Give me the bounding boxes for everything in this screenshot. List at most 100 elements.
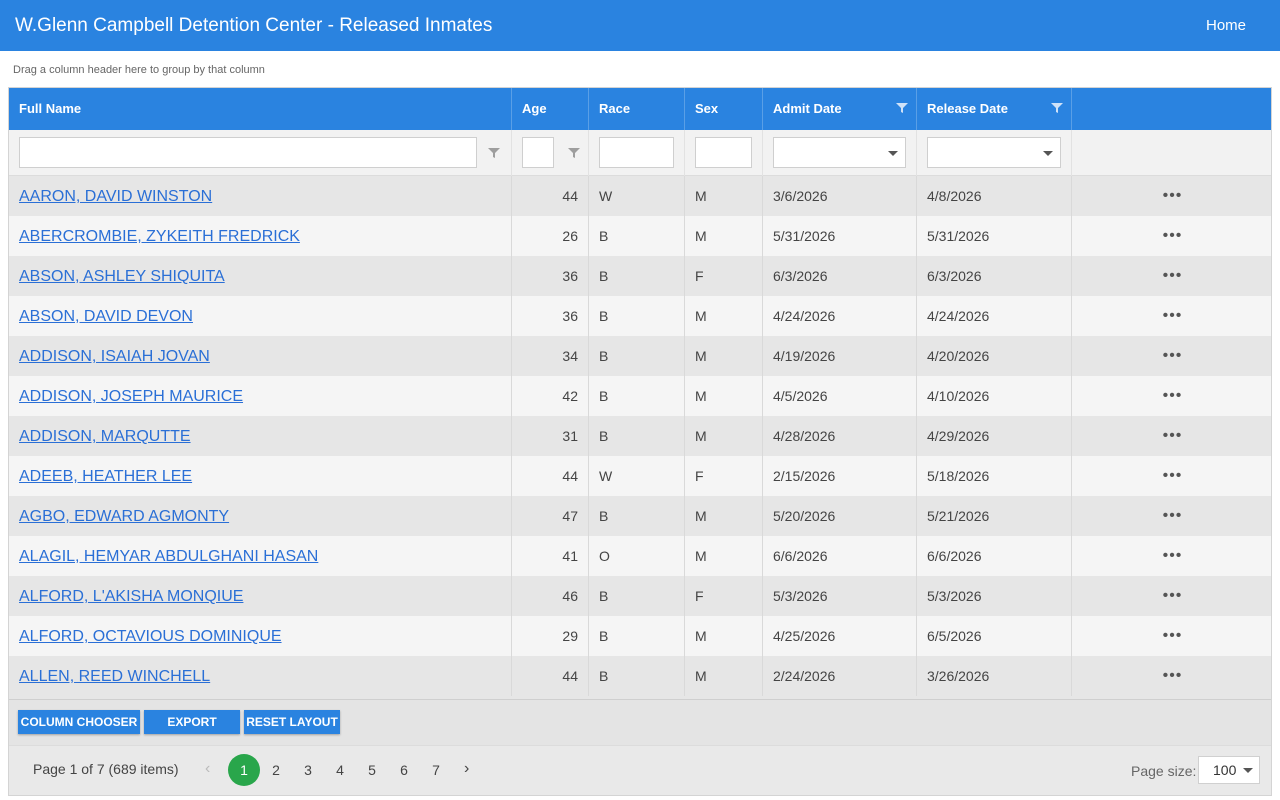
full-name-filter-input[interactable] — [19, 137, 477, 168]
page-title: W.Glenn Campbell Detention Center - Rele… — [15, 15, 493, 36]
column-header-release-date[interactable]: Release Date — [917, 88, 1072, 130]
page-number-button[interactable]: 1 — [228, 754, 260, 786]
table-row: ALAGIL, HEMYAR ABDULGHANI HASAN 41 O M 6/6/2… — [9, 536, 1271, 576]
cell-sex: M — [685, 336, 763, 376]
row-actions-more-icon[interactable]: ••• — [1072, 536, 1271, 576]
cell-admit: 5/31/2026 — [763, 216, 917, 256]
filter-cell-admit-date — [763, 130, 917, 176]
inmate-name-link[interactable]: ALFORD, OCTAVIOUS DOMINIQUE — [19, 628, 282, 645]
column-header-label: Sex — [695, 101, 719, 116]
inmate-name-link[interactable]: ADDISON, JOSEPH MAURICE — [19, 388, 243, 405]
row-actions-more-icon[interactable]: ••• — [1072, 656, 1271, 696]
page-number-button[interactable]: 3 — [292, 754, 324, 786]
filter-icon[interactable] — [488, 147, 500, 159]
cell-admit: 4/24/2026 — [763, 296, 917, 336]
row-actions-more-icon[interactable]: ••• — [1072, 256, 1271, 296]
row-actions-more-icon[interactable]: ••• — [1072, 176, 1271, 216]
filter-icon[interactable] — [896, 102, 908, 114]
inmate-name-link[interactable]: AGBO, EDWARD AGMONTY — [19, 508, 229, 525]
cell-release: 6/6/2026 — [917, 536, 1072, 576]
column-header-race[interactable]: Race — [589, 88, 685, 130]
inmate-name-link[interactable]: ALLEN, REED WINCHELL — [19, 668, 210, 685]
cell-release: 4/24/2026 — [917, 296, 1072, 336]
filter-icon[interactable] — [568, 147, 580, 159]
cell-age: 36 — [512, 256, 589, 296]
row-actions-more-icon[interactable]: ••• — [1072, 616, 1271, 656]
column-header-age[interactable]: Age — [512, 88, 589, 130]
inmate-name-link[interactable]: ADDISON, MARQUTTE — [19, 428, 191, 445]
admit-date-filter-select[interactable] — [773, 137, 906, 168]
cell-age: 44 — [512, 176, 589, 216]
row-actions-more-icon[interactable]: ••• — [1072, 456, 1271, 496]
inmate-name-link[interactable]: ADEEB, HEATHER LEE — [19, 468, 192, 485]
page-size-select[interactable]: 100 — [1198, 756, 1260, 784]
prev-page-button[interactable]: ‹ — [205, 760, 210, 778]
table-row: ABERCROMBIE, ZYKEITH FREDRICK 26 B M 5/31/20… — [9, 216, 1271, 256]
inmate-name-link[interactable]: ABSON, DAVID DEVON — [19, 308, 193, 325]
column-header-full-name[interactable]: Full Name — [9, 88, 512, 130]
row-actions-more-icon[interactable]: ••• — [1072, 336, 1271, 376]
inmate-name-link[interactable]: ALFORD, L'AKISHA MONQIUE — [19, 588, 243, 605]
table-row: ADDISON, JOSEPH MAURICE 42 B M 4/5/2026 4/10/… — [9, 376, 1271, 416]
next-page-button[interactable]: › — [464, 760, 469, 778]
cell-sex: M — [685, 376, 763, 416]
column-chooser-button[interactable]: COLUMN CHOOSER — [18, 710, 140, 734]
cell-release: 5/31/2026 — [917, 216, 1072, 256]
cell-sex: M — [685, 216, 763, 256]
inmate-name-link[interactable]: ABSON, ASHLEY SHIQUITA — [19, 268, 225, 285]
cell-admit: 6/3/2026 — [763, 256, 917, 296]
cell-sex: M — [685, 616, 763, 656]
cell-name: ADDISON, MARQUTTE — [9, 416, 512, 456]
cell-release: 4/10/2026 — [917, 376, 1072, 416]
cell-age: 34 — [512, 336, 589, 376]
row-actions-more-icon[interactable]: ••• — [1072, 216, 1271, 256]
race-filter-input[interactable] — [599, 137, 674, 168]
cell-sex: F — [685, 576, 763, 616]
row-actions-more-icon[interactable]: ••• — [1072, 416, 1271, 456]
row-actions-more-icon[interactable]: ••• — [1072, 296, 1271, 336]
inmate-name-link[interactable]: ABERCROMBIE, ZYKEITH FREDRICK — [19, 228, 300, 245]
cell-sex: M — [685, 416, 763, 456]
column-header-label: Full Name — [19, 101, 82, 116]
age-filter-input[interactable] — [522, 137, 554, 168]
home-link[interactable]: Home — [1206, 17, 1246, 34]
group-panel-hint[interactable]: Drag a column header here to group by th… — [13, 64, 265, 76]
cell-admit: 2/24/2026 — [763, 656, 917, 696]
cell-name: ALFORD, OCTAVIOUS DOMINIQUE — [9, 616, 512, 656]
page-number-button[interactable]: 4 — [324, 754, 356, 786]
column-header-sex[interactable]: Sex — [685, 88, 763, 130]
column-header-admit-date[interactable]: Admit Date — [763, 88, 917, 130]
grid-toolbar: COLUMN CHOOSER EXPORT RESET LAYOUT — [9, 699, 1271, 745]
page-number-button[interactable]: 7 — [420, 754, 452, 786]
table-row: ADEEB, HEATHER LEE 44 W F 2/15/2026 5/18/2026… — [9, 456, 1271, 496]
cell-race: B — [589, 616, 685, 656]
sex-filter-input[interactable] — [695, 137, 752, 168]
chevron-down-icon — [1043, 151, 1053, 156]
cell-sex: M — [685, 176, 763, 216]
cell-sex: M — [685, 496, 763, 536]
inmate-name-link[interactable]: ALAGIL, HEMYAR ABDULGHANI HASAN — [19, 548, 318, 565]
release-date-filter-select[interactable] — [927, 137, 1061, 168]
inmates-grid: Full Name Age Race Sex Admit Date Releas… — [8, 87, 1272, 796]
row-actions-more-icon[interactable]: ••• — [1072, 576, 1271, 616]
cell-admit: 5/20/2026 — [763, 496, 917, 536]
table-row: ALFORD, L'AKISHA MONQIUE 46 B F 5/3/2026 5/3/… — [9, 576, 1271, 616]
cell-name: ADEEB, HEATHER LEE — [9, 456, 512, 496]
filter-icon[interactable] — [1051, 102, 1063, 114]
column-header-label: Release Date — [927, 101, 1008, 116]
inmate-name-link[interactable]: AARON, DAVID WINSTON — [19, 188, 212, 205]
row-actions-more-icon[interactable]: ••• — [1072, 496, 1271, 536]
row-actions-more-icon[interactable]: ••• — [1072, 376, 1271, 416]
cell-name: AARON, DAVID WINSTON — [9, 176, 512, 216]
inmate-name-link[interactable]: ADDISON, ISAIAH JOVAN — [19, 348, 210, 365]
reset-layout-button[interactable]: RESET LAYOUT — [244, 710, 340, 734]
cell-age: 46 — [512, 576, 589, 616]
table-row: AARON, DAVID WINSTON 44 W M 3/6/2026 4/8/2026… — [9, 176, 1271, 216]
cell-race: B — [589, 416, 685, 456]
page-number-button[interactable]: 5 — [356, 754, 388, 786]
page-number-button[interactable]: 2 — [260, 754, 292, 786]
page-number-button[interactable]: 6 — [388, 754, 420, 786]
cell-name: ALLEN, REED WINCHELL — [9, 656, 512, 696]
export-button[interactable]: EXPORT — [144, 710, 240, 734]
filter-cell-release-date — [917, 130, 1072, 176]
